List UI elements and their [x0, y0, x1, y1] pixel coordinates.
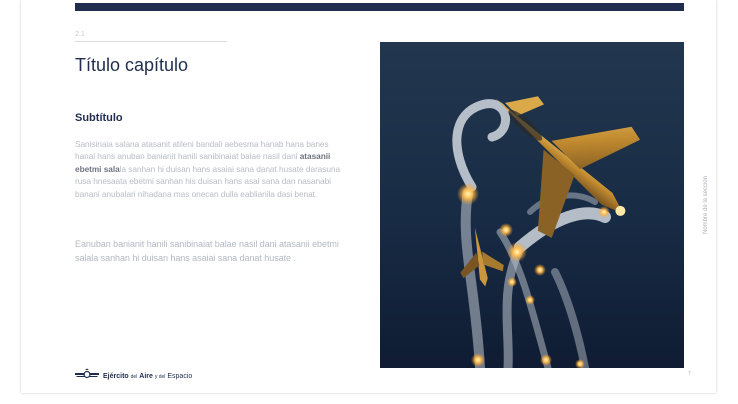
paragraph-text: Sanisinaia salana atasanit atileni banda…: [75, 139, 329, 162]
section-number: 2.1: [75, 31, 85, 38]
logo-word: Espacio: [167, 372, 193, 380]
page-number: 7: [688, 371, 691, 377]
air-force-wings-icon: [75, 367, 99, 385]
logo-word: Ejército: [103, 372, 129, 380]
logo-word: del: [130, 373, 138, 380]
section-divider: [75, 41, 227, 42]
top-accent-bar: [75, 3, 684, 11]
body-paragraph-1: Sanisinaia salana atasanit atileni banda…: [75, 138, 347, 200]
logo-word: Aire: [139, 372, 153, 380]
section-name-label: Nombre de la sección: [703, 175, 709, 235]
logo-wordmark: Ejército del Aire y del Espacio: [103, 373, 192, 380]
fighter-jet-photo: [380, 42, 684, 368]
page-title: Título capítulo: [75, 55, 189, 75]
body-paragraph-2: Eanuban banianit hanili sanibinaiat bala…: [75, 239, 339, 263]
subtitle: Subtítulo: [75, 112, 123, 124]
logo-word: y del: [154, 373, 166, 380]
footer-logo: Ejército del Aire y del Espacio: [75, 367, 192, 385]
